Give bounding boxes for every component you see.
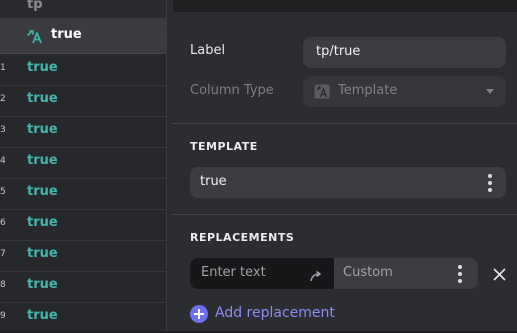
- replacements-section-title: REPLACEMENTS: [190, 231, 295, 244]
- template-icon: [314, 84, 330, 103]
- column-type-select[interactable]: Template: [303, 76, 506, 107]
- cell-value[interactable]: true: [27, 215, 58, 230]
- replace-placeholder: Custom: [343, 265, 393, 280]
- table-row[interactable]: 3 true: [0, 116, 166, 148]
- template-input-value: true: [200, 174, 227, 189]
- label-input[interactable]: tp/true: [303, 37, 506, 68]
- add-replacement-label: Add replacement: [215, 305, 335, 321]
- arrow-right-icon: [310, 267, 322, 286]
- section-divider: [172, 123, 517, 124]
- cell-value[interactable]: true: [27, 153, 58, 168]
- label-input-value: tp/true: [316, 44, 361, 59]
- close-icon[interactable]: [493, 266, 506, 285]
- section-divider: [172, 214, 517, 215]
- replacement-more-icon[interactable]: [458, 265, 462, 286]
- cell-value[interactable]: true: [27, 91, 58, 106]
- template-input[interactable]: true: [190, 167, 506, 198]
- column-type-value: Template: [338, 83, 398, 98]
- grid-group-header: tp: [0, 0, 166, 19]
- template-section-title: TEMPLATE: [190, 140, 258, 153]
- replacement-find-input[interactable]: Enter text: [190, 258, 334, 289]
- row-number: 1: [0, 63, 6, 73]
- row-number: 7: [0, 249, 6, 259]
- data-grid: tp true 1 true 2 true 3 true 4 true 5 tr…: [0, 0, 172, 331]
- row-number: 9: [0, 311, 6, 321]
- row-number: 5: [0, 187, 6, 197]
- label-caption: Label: [190, 43, 226, 58]
- row-number: 8: [0, 280, 6, 290]
- table-row[interactable]: 5 true: [0, 178, 166, 210]
- cell-value[interactable]: true: [27, 308, 58, 323]
- row-number: 3: [0, 125, 6, 135]
- row-number: 6: [0, 218, 6, 228]
- cell-value[interactable]: true: [27, 246, 58, 261]
- table-row[interactable]: 9 true: [0, 302, 166, 333]
- cell-value[interactable]: true: [27, 122, 58, 137]
- column-header-true[interactable]: true: [0, 19, 166, 54]
- cell-value[interactable]: true: [27, 277, 58, 292]
- cell-value[interactable]: true: [27, 184, 58, 199]
- template-icon: [26, 28, 44, 44]
- row-number: 2: [0, 94, 6, 104]
- column-name: true: [51, 27, 82, 42]
- table-row[interactable]: 4 true: [0, 147, 166, 179]
- replacement-value-input[interactable]: Custom: [334, 258, 478, 289]
- row-number: 4: [0, 156, 6, 166]
- table-row[interactable]: 7 true: [0, 240, 166, 272]
- column-type-caption: Column Type: [190, 83, 274, 98]
- group-title: tp: [27, 0, 43, 12]
- plus-icon: [190, 305, 208, 323]
- template-more-icon[interactable]: [488, 174, 492, 195]
- chevron-down-icon: [486, 89, 494, 94]
- table-row[interactable]: 2 true: [0, 85, 166, 117]
- find-placeholder: Enter text: [201, 265, 266, 280]
- table-row[interactable]: 8 true: [0, 271, 166, 303]
- cell-value[interactable]: true: [27, 60, 58, 75]
- table-row[interactable]: 1 true: [0, 54, 166, 86]
- table-row[interactable]: 6 true: [0, 209, 166, 241]
